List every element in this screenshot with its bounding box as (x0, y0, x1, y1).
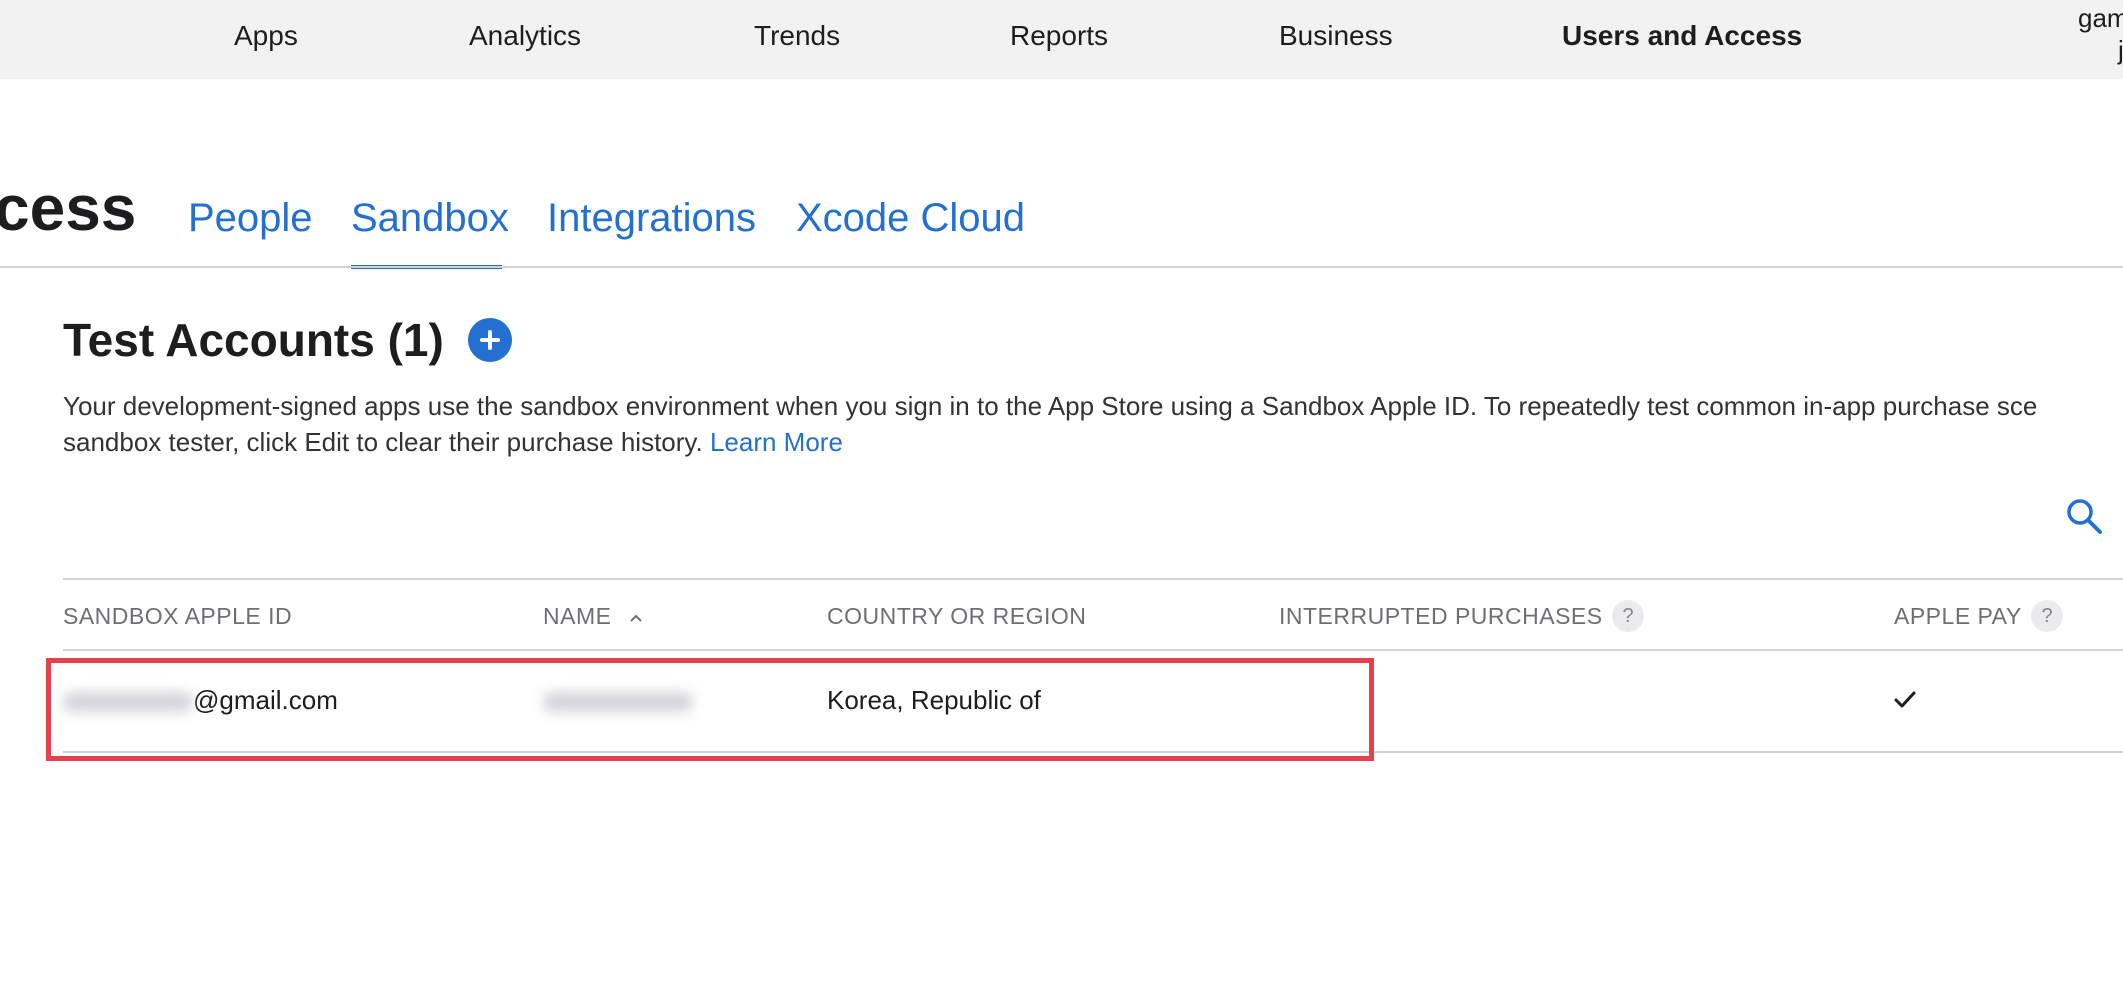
learn-more-link[interactable]: Learn More (710, 427, 843, 457)
chevron-up-icon (630, 614, 643, 622)
section-title: cess (0, 172, 137, 244)
apple-pay-help-icon[interactable]: ? (2031, 600, 2063, 632)
column-header-name-label: NAME (543, 603, 612, 629)
header-divider (0, 266, 2123, 268)
sandbox-description: Your development-signed apps use the san… (63, 388, 2123, 460)
column-header-apple-pay[interactable]: APPLE PAY (1894, 600, 2022, 632)
tab-xcode-cloud[interactable]: Xcode Cloud (796, 190, 1025, 246)
account-name-line2: j (2118, 35, 2123, 65)
search-icon (2067, 499, 2102, 534)
top-navigation: Apps Analytics Trends Reports Business U… (0, 0, 2123, 79)
nav-item-trends[interactable]: Trends (754, 18, 840, 54)
nav-item-business[interactable]: Business (1279, 18, 1393, 54)
interrupted-purchases-help-icon[interactable]: ? (1612, 600, 1644, 632)
tab-sandbox[interactable]: Sandbox (351, 190, 509, 246)
tab-people[interactable]: People (188, 190, 313, 246)
app-store-connect-page: Apps Analytics Trends Reports Business U… (0, 0, 2123, 998)
nav-item-analytics[interactable]: Analytics (469, 18, 581, 54)
nav-item-reports[interactable]: Reports (1010, 18, 1108, 54)
highlight-box (46, 658, 1374, 761)
add-test-account-button[interactable] (468, 318, 512, 362)
column-header-interrupted-purchases[interactable]: INTERRUPTED PURCHASES (1279, 600, 1603, 632)
nav-item-users-and-access[interactable]: Users and Access (1562, 18, 1802, 54)
nav-item-apps[interactable]: Apps (234, 18, 298, 54)
test-accounts-title: Test Accounts (1) (63, 314, 444, 366)
column-header-sandbox-apple-id[interactable]: SANDBOX APPLE ID (63, 600, 292, 632)
apple-pay-checkmark-icon (1894, 691, 1916, 708)
search-button[interactable] (2064, 496, 2104, 536)
description-line-2: sandbox tester, click Edit to clear thei… (63, 427, 703, 457)
account-menu[interactable]: gam j (2078, 2, 2123, 66)
description-line-1: Your development-signed apps use the san… (63, 391, 2038, 421)
table-top-divider (63, 578, 2123, 580)
account-name-line1: gam (2078, 3, 2123, 33)
column-header-country-or-region[interactable]: COUNTRY OR REGION (827, 600, 1086, 632)
column-header-name[interactable]: NAME (543, 600, 644, 632)
tab-integrations[interactable]: Integrations (547, 190, 756, 246)
table-header-divider (63, 649, 2123, 651)
